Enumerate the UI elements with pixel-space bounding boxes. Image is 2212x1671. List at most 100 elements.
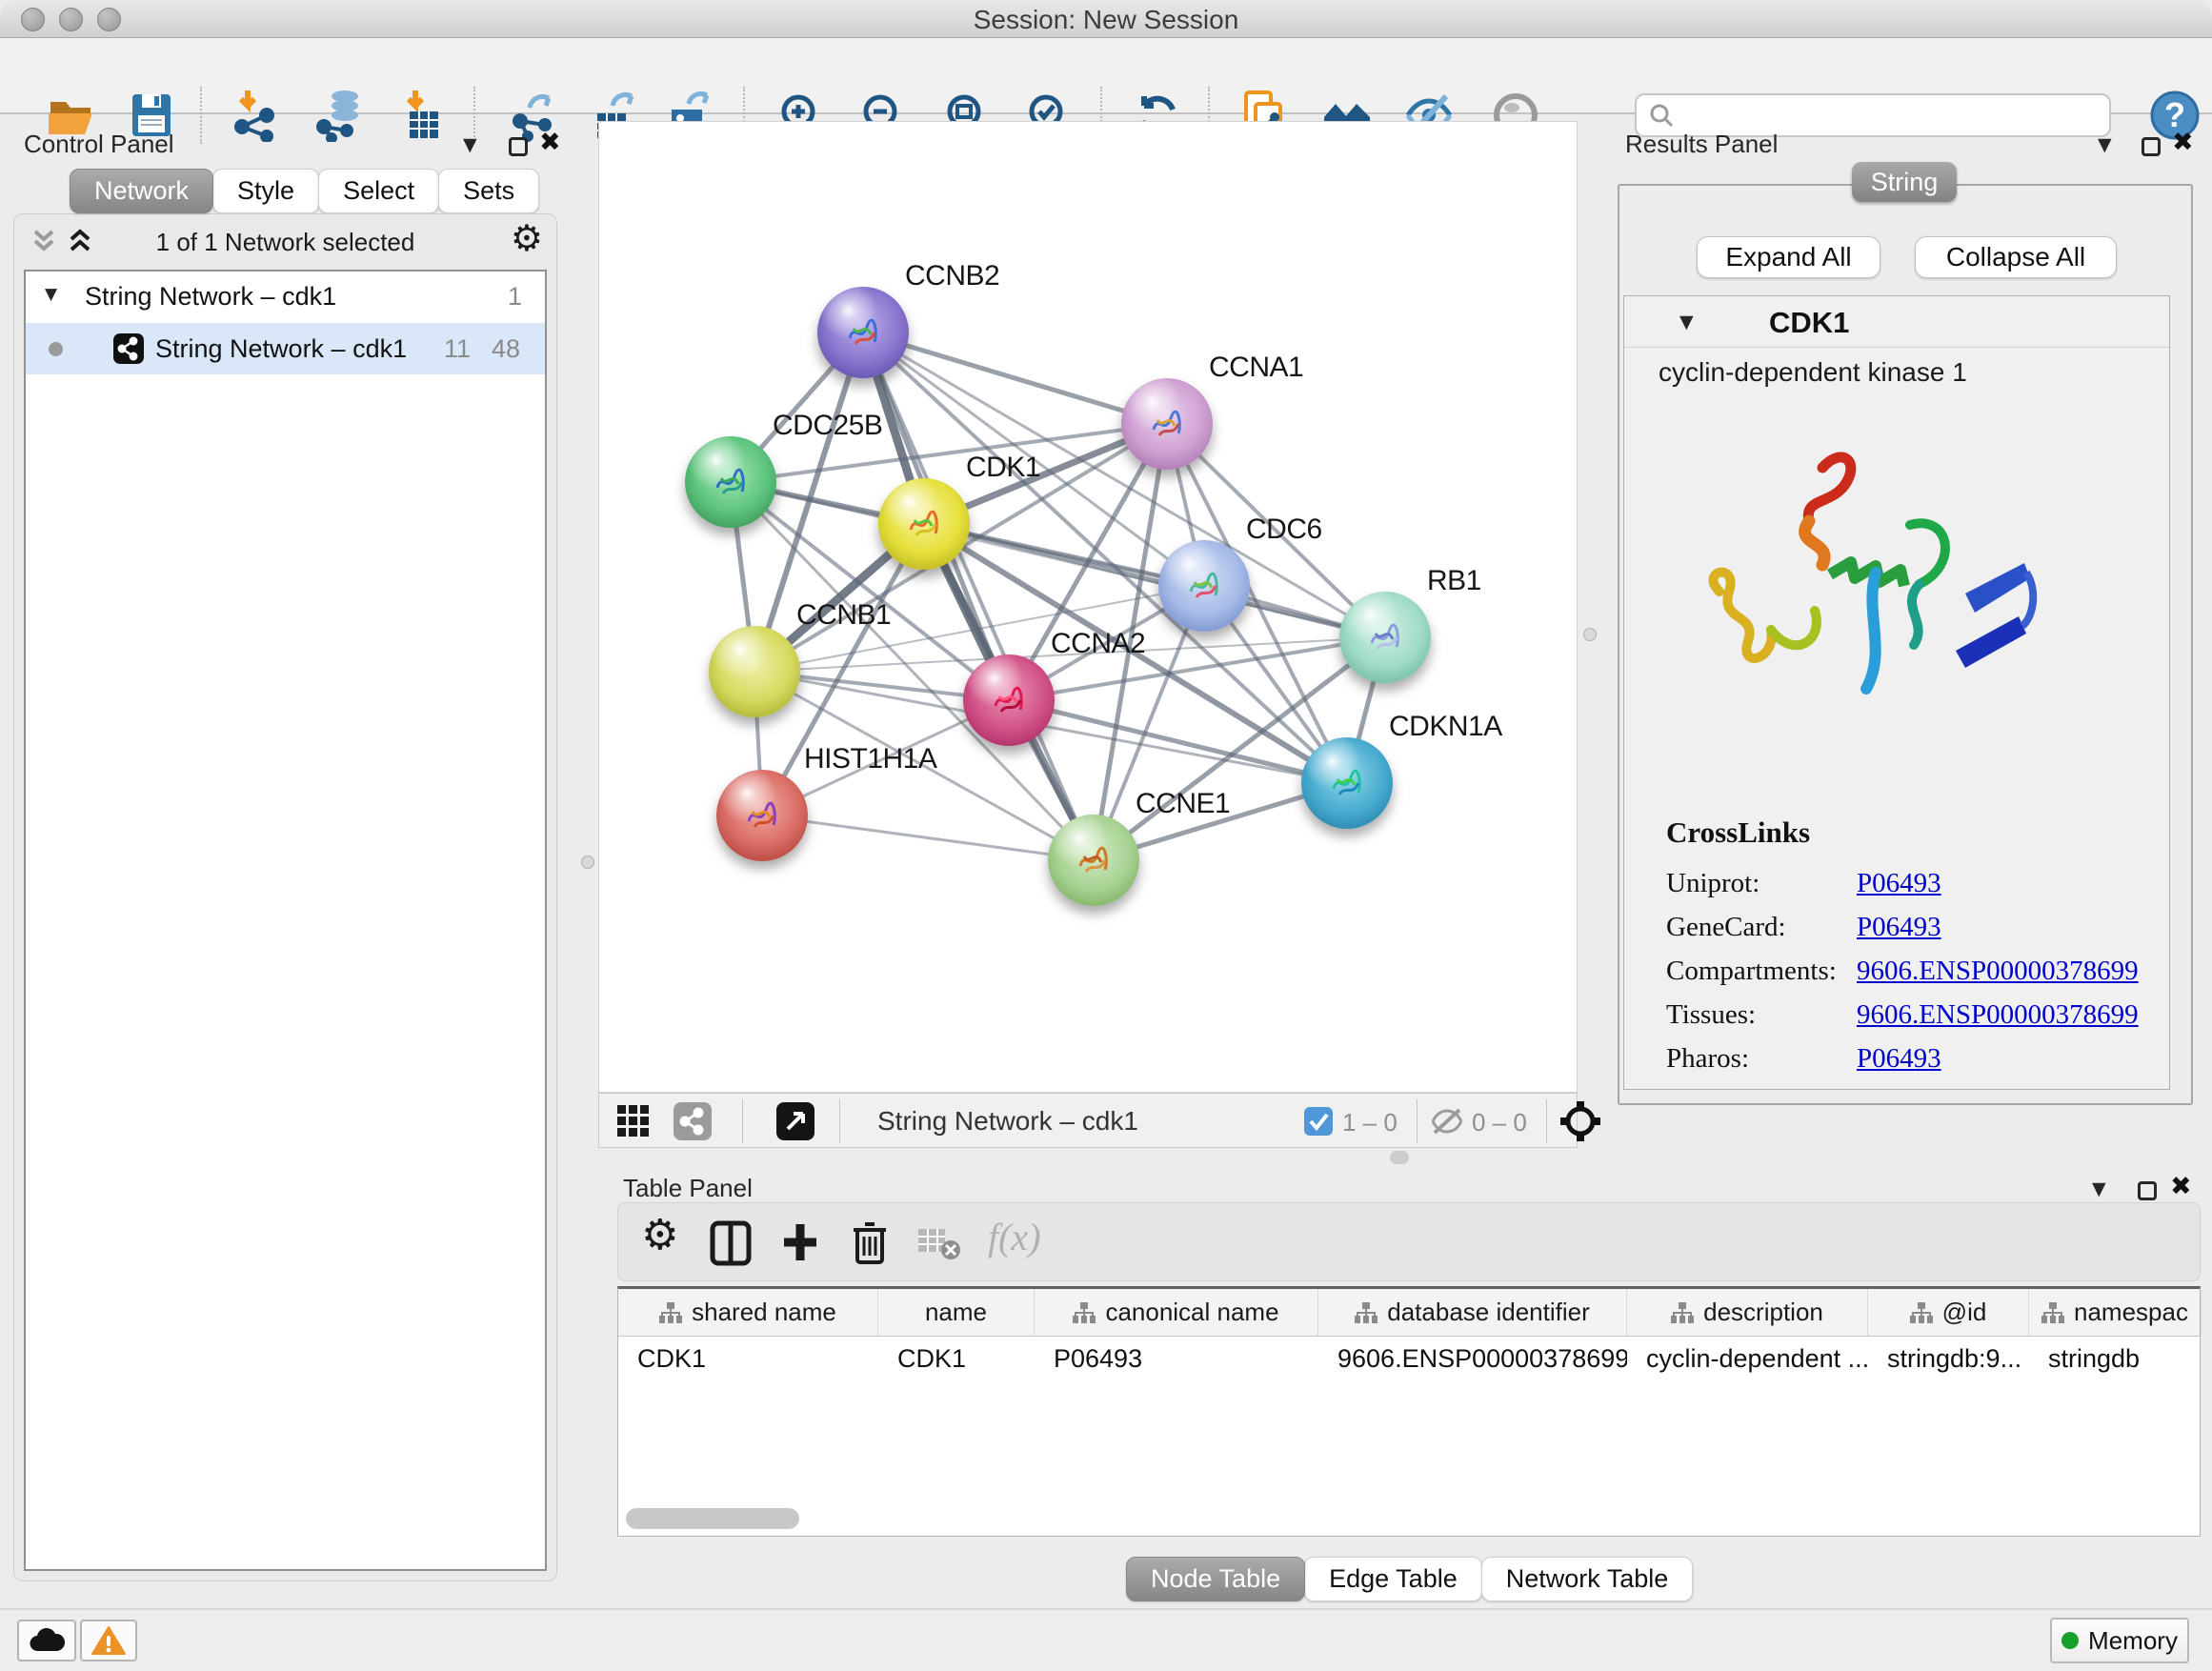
collapse-all-button[interactable]: Collapse All	[1915, 236, 2117, 278]
tab-select[interactable]: Select	[318, 169, 439, 213]
network-collection-row[interactable]: ▼ String Network – cdk1 1	[26, 272, 545, 323]
hierarchy-icon	[1073, 1302, 1096, 1323]
network-edge[interactable]	[762, 815, 1094, 860]
column-label: canonical name	[1105, 1298, 1278, 1327]
cloud-status-button[interactable]	[17, 1620, 76, 1661]
right-splitter-handle[interactable]	[1583, 628, 1597, 641]
control-panel-close-icon[interactable]: ✖	[539, 128, 561, 157]
horizontal-splitter-handle[interactable]	[1390, 1151, 1409, 1164]
column-header-shared-name[interactable]: shared name	[618, 1289, 878, 1336]
network-tree: ▼ String Network – cdk1 1 String Network…	[24, 270, 547, 1571]
network-options-gear-icon[interactable]: ⚙	[511, 220, 543, 256]
gene-expander-icon[interactable]: ▼	[1679, 312, 1694, 332]
network-node-CCNE1[interactable]	[1048, 815, 1139, 906]
detach-view-icon[interactable]	[776, 1102, 814, 1140]
left-splitter-handle[interactable]	[581, 856, 594, 869]
tab-sets[interactable]: Sets	[438, 169, 539, 213]
tab-network[interactable]: Network	[70, 169, 213, 213]
control-panel-title: Control Panel	[24, 130, 174, 159]
node-label-CDC6: CDC6	[1246, 513, 1322, 546]
hierarchy-icon	[1910, 1302, 1933, 1323]
network-node-CCNB1[interactable]	[709, 626, 800, 717]
crosslink-row: Tissues:9606.ENSP00000378699	[1666, 993, 2139, 1037]
collection-label: String Network – cdk1	[85, 282, 336, 312]
results-panel-close-icon[interactable]: ✖	[2172, 128, 2194, 157]
collection-expander-icon[interactable]: ▼	[45, 285, 57, 304]
column-header-canonical-name[interactable]: canonical name	[1035, 1289, 1318, 1336]
add-column-icon[interactable]	[780, 1220, 820, 1264]
table-cell: stringdb	[2029, 1337, 2202, 1382]
collection-count: 1	[508, 282, 522, 312]
network-node-CDC25B[interactable]	[685, 436, 776, 528]
column-header-description[interactable]: description	[1627, 1289, 1868, 1336]
column-header-namespac[interactable]: namespac	[2029, 1289, 2202, 1336]
selected-checkbox-icon[interactable]	[1304, 1107, 1333, 1136]
control-panel-float-icon[interactable]	[509, 137, 528, 156]
delete-column-icon[interactable]	[851, 1220, 889, 1266]
control-panel-menu-icon[interactable]: ▼	[463, 134, 477, 155]
network-edge[interactable]	[863, 332, 1167, 424]
network-row[interactable]: String Network – cdk1 11 48	[26, 323, 545, 374]
column-header-database-identifier[interactable]: database identifier	[1318, 1289, 1627, 1336]
network-node-CDK1[interactable]	[878, 478, 970, 570]
table-panel-close-icon[interactable]: ✖	[2170, 1172, 2192, 1201]
results-panel-menu-icon[interactable]: ▼	[2098, 134, 2112, 155]
network-edges	[599, 122, 1577, 1092]
crosslinks-title: CrossLinks	[1666, 815, 2139, 850]
network-canvas[interactable]: CCNB2CCNA1CDC25BCDK1CDC6RB1CCNB1CCNA2CDK…	[598, 121, 1578, 1093]
tab-network-table[interactable]: Network Table	[1481, 1557, 1694, 1601]
network-selection-status: 1 of 1 Network selected	[14, 228, 556, 257]
network-node-CCNA1[interactable]	[1121, 378, 1213, 470]
column-header-name[interactable]: name	[878, 1289, 1035, 1336]
node-label-CCNA1: CCNA1	[1209, 352, 1303, 384]
network-edge[interactable]	[863, 332, 1094, 860]
table-row[interactable]: CDK1CDK1P064939606.ENSP00000378699cyclin…	[618, 1337, 2200, 1382]
memory-button[interactable]: Memory	[2050, 1618, 2189, 1663]
crosslink-row: Pharos:P06493	[1666, 1037, 2139, 1080]
crosslink-link[interactable]: 9606.ENSP00000378699	[1857, 999, 2139, 1031]
network-node-HIST1H1A[interactable]	[716, 770, 808, 861]
crosslink-label: Uniprot:	[1666, 868, 1857, 899]
column-label: description	[1703, 1298, 1823, 1327]
show-columns-icon[interactable]	[710, 1220, 752, 1266]
node-label-HIST1H1A: HIST1H1A	[804, 743, 936, 775]
table-options-gear-icon[interactable]: ⚙	[641, 1215, 678, 1257]
crosslink-link[interactable]: P06493	[1857, 912, 1941, 943]
table-cell: P06493	[1035, 1337, 1318, 1382]
table-panel-float-icon[interactable]	[2138, 1181, 2157, 1200]
crosslink-row: Compartments:9606.ENSP00000378699	[1666, 949, 2139, 993]
tab-node-table[interactable]: Node Table	[1126, 1557, 1305, 1601]
protein-structure-image	[1679, 430, 2041, 735]
protein-ribbon-icon	[1318, 756, 1376, 810]
node-label-CCNB1: CCNB1	[796, 599, 891, 632]
app-window: Session: New Session ? Control Panel	[0, 0, 2212, 1671]
network-node-CDKN1A[interactable]	[1301, 737, 1393, 829]
tab-edge-table[interactable]: Edge Table	[1304, 1557, 1482, 1601]
network-node-CDC6[interactable]	[1158, 540, 1250, 632]
column-label: @id	[1942, 1298, 1987, 1327]
expand-all-button[interactable]: Expand All	[1697, 236, 1880, 278]
network-node-CCNA2[interactable]	[963, 654, 1055, 746]
network-view-toolbar: String Network – cdk1 1 – 0 0 – 0	[598, 1093, 1578, 1148]
warnings-button[interactable]	[80, 1620, 137, 1661]
tab-style[interactable]: Style	[212, 169, 319, 213]
grid-view-icon[interactable]	[616, 1104, 651, 1138]
hierarchy-icon	[659, 1302, 682, 1323]
network-view-mode-icon[interactable]	[674, 1102, 712, 1140]
hierarchy-icon	[2041, 1302, 2064, 1323]
crosslink-link[interactable]: 9606.ENSP00000378699	[1857, 956, 2139, 987]
tab-string[interactable]: String	[1852, 162, 1957, 202]
birdseye-navigator-icon[interactable]	[1559, 1100, 1601, 1142]
results-panel-float-icon[interactable]	[2142, 137, 2161, 156]
table-panel-menu-icon[interactable]: ▼	[2092, 1178, 2106, 1199]
gene-header[interactable]: ▼ CDK1	[1624, 296, 2169, 348]
network-view-title: String Network – cdk1	[877, 1106, 1138, 1137]
network-node-RB1[interactable]	[1339, 592, 1431, 683]
crosslink-link[interactable]: P06493	[1857, 1043, 1941, 1075]
column-header-@id[interactable]: @id	[1868, 1289, 2029, 1336]
crosslink-label: Tissues:	[1666, 999, 1857, 1031]
table-horizontal-scrollbar[interactable]	[626, 1508, 799, 1529]
network-list-panel: 1 of 1 Network selected ⚙ ▼ String Netwo…	[13, 213, 557, 1581]
network-node-CCNB2[interactable]	[817, 287, 909, 378]
crosslink-link[interactable]: P06493	[1857, 868, 1941, 899]
